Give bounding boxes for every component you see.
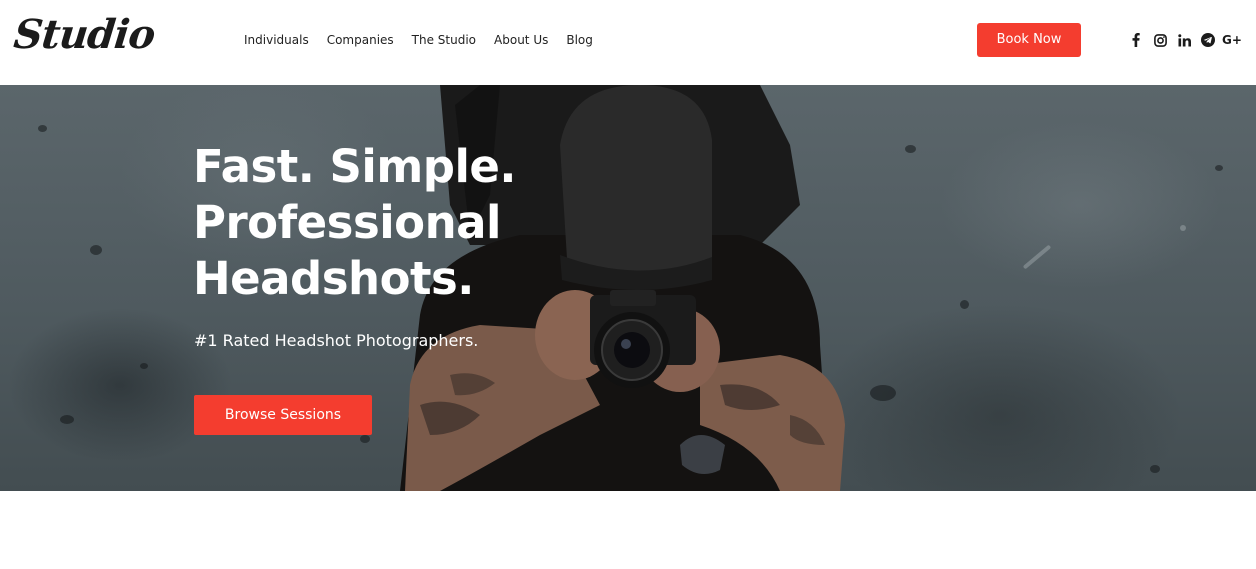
- studio-logo[interactable]: Studio: [11, 8, 157, 62]
- photographer-image: [400, 85, 845, 491]
- book-now-button[interactable]: Book Now: [977, 23, 1081, 57]
- browse-sessions-button[interactable]: Browse Sessions: [194, 395, 372, 435]
- social-links: G+: [1126, 30, 1246, 50]
- hero-title-line: Fast. Simple.: [193, 140, 517, 193]
- nav-item-companies[interactable]: Companies: [327, 31, 394, 49]
- instagram-icon[interactable]: [1150, 30, 1170, 50]
- nav-item-individuals[interactable]: Individuals: [244, 31, 309, 49]
- hero-title: Fast. Simple. Professional Headshots.: [193, 139, 517, 307]
- nav-item-the-studio[interactable]: The Studio: [412, 31, 476, 49]
- main-nav: Individuals Companies The Studio About U…: [244, 31, 611, 49]
- telegram-icon[interactable]: [1198, 30, 1218, 50]
- linkedin-icon[interactable]: [1174, 30, 1194, 50]
- hero-banner: Fast. Simple. Professional Headshots. #1…: [0, 85, 1256, 491]
- hero-title-line: Professional: [193, 196, 501, 249]
- facebook-icon[interactable]: [1126, 30, 1146, 50]
- hero-subtitle: #1 Rated Headshot Photographers.: [194, 331, 479, 350]
- nav-item-about-us[interactable]: About Us: [494, 31, 548, 49]
- hero-title-line: Headshots.: [193, 252, 474, 305]
- site-header: Studio Individuals Companies The Studio …: [0, 0, 1256, 85]
- google-plus-icon[interactable]: G+: [1222, 30, 1242, 50]
- nav-item-blog[interactable]: Blog: [566, 31, 593, 49]
